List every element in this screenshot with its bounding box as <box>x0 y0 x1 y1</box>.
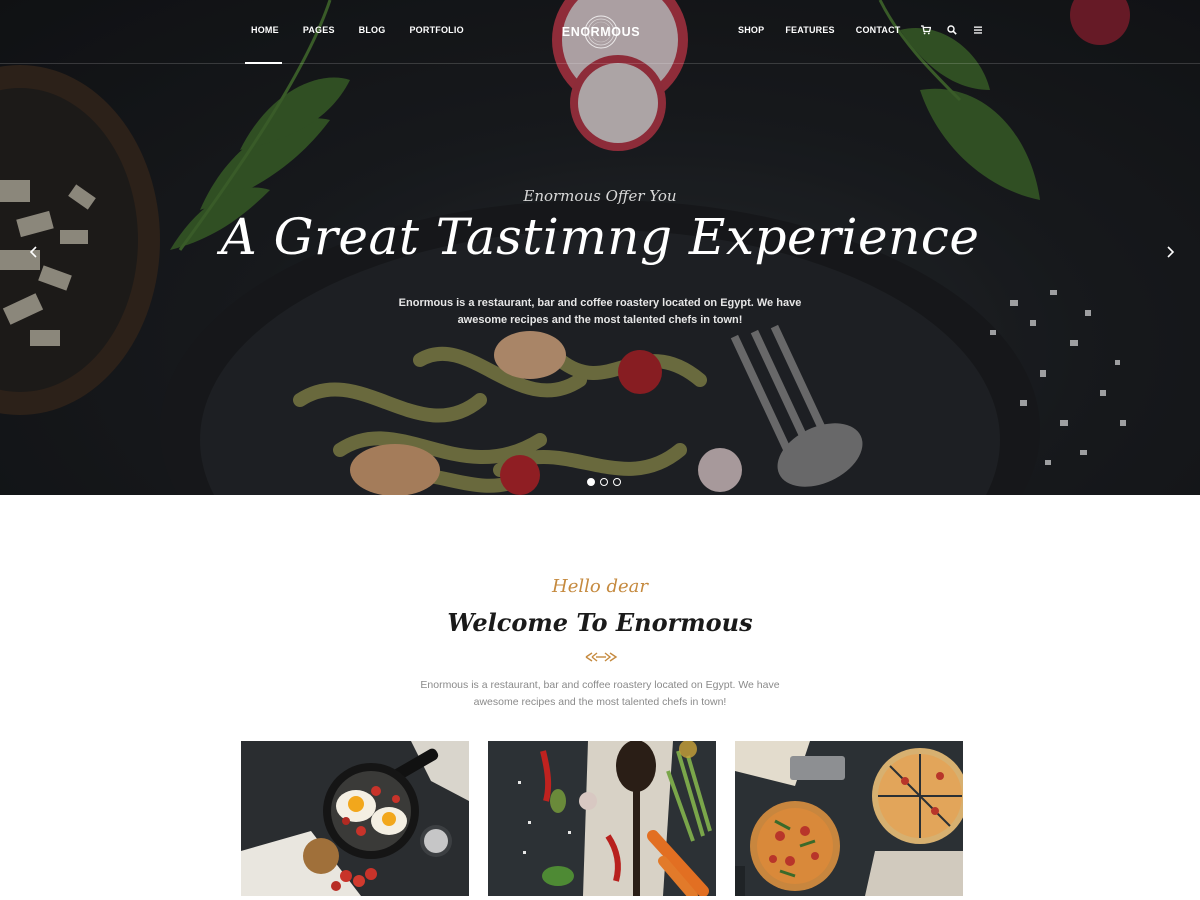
slider-prev-arrow-icon[interactable] <box>27 244 41 260</box>
slider-dot-2[interactable] <box>600 478 608 486</box>
nav-item-pages[interactable]: PAGES <box>303 25 335 35</box>
menu-icon[interactable] <box>973 25 983 35</box>
welcome-description: Enormous is a restaurant, bar and coffee… <box>420 679 780 708</box>
hero-description: Enormous is a restaurant, bar and coffee… <box>398 297 802 326</box>
hero-title: A Great Tastimng Experience <box>220 208 980 266</box>
search-icon[interactable] <box>947 25 958 35</box>
slider-dot-3[interactable] <box>613 478 621 486</box>
gallery-card-eggs[interactable] <box>241 741 469 896</box>
nav-item-home[interactable]: HOME <box>251 25 279 35</box>
nav-item-features[interactable]: FEATURES <box>785 25 834 35</box>
fried-eggs-pan-photo <box>241 741 469 896</box>
nav-active-indicator <box>245 62 282 64</box>
cart-icon[interactable] <box>921 25 932 35</box>
nav-right-group: SHOP FEATURES CONTACT <box>738 25 999 35</box>
slider-dot-1[interactable] <box>587 478 595 486</box>
nav-item-portfolio[interactable]: PORTFOLIO <box>409 25 463 35</box>
welcome-title: Welcome To Enormous <box>447 608 753 637</box>
gallery-card-pizza[interactable] <box>735 741 963 896</box>
hero-slider: HOME PAGES BLOG PORTFOLIO ENORMOUS SHOP … <box>0 0 1200 495</box>
nav-item-shop[interactable]: SHOP <box>738 25 764 35</box>
nav-item-contact[interactable]: CONTACT <box>856 25 901 35</box>
gallery-card-vegetables[interactable] <box>488 741 716 896</box>
nav-left-group: HOME PAGES BLOG PORTFOLIO <box>251 25 488 35</box>
slider-next-arrow-icon[interactable] <box>1163 244 1177 260</box>
nav-item-blog[interactable]: BLOG <box>359 25 386 35</box>
site-logo[interactable]: ENORMOUS <box>560 14 642 50</box>
slider-pagination <box>587 478 621 486</box>
logo-text: ENORMOUS <box>561 25 641 39</box>
pizza-photo <box>735 741 963 896</box>
vegetables-spoon-photo <box>488 741 716 896</box>
gallery-cards <box>241 741 963 896</box>
top-navigation: HOME PAGES BLOG PORTFOLIO ENORMOUS SHOP … <box>0 0 1200 64</box>
welcome-kicker: Hello dear <box>552 576 648 597</box>
hero-subtitle: Enormous Offer You <box>523 187 677 205</box>
wheat-ornament-icon <box>585 652 618 662</box>
